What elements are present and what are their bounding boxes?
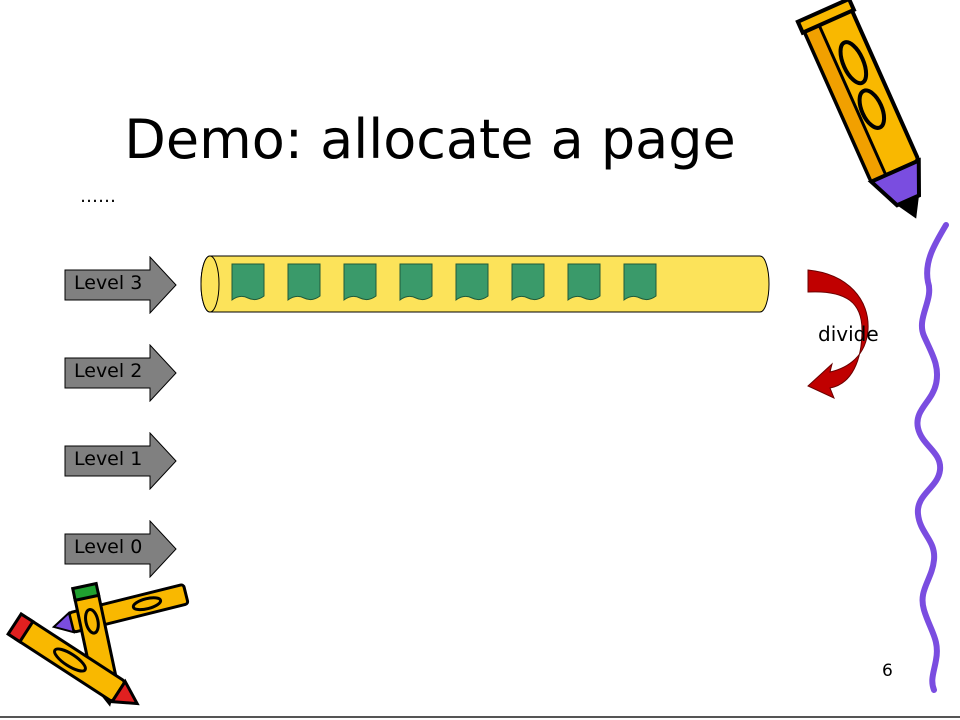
slide: Demo: allocate a page …… Level 3 Level 2… [0,0,960,720]
footer-divider [0,716,960,718]
page-number: 6 [882,661,893,681]
divide-arrow-icon [807,269,869,399]
divide-label: divide [818,322,879,346]
